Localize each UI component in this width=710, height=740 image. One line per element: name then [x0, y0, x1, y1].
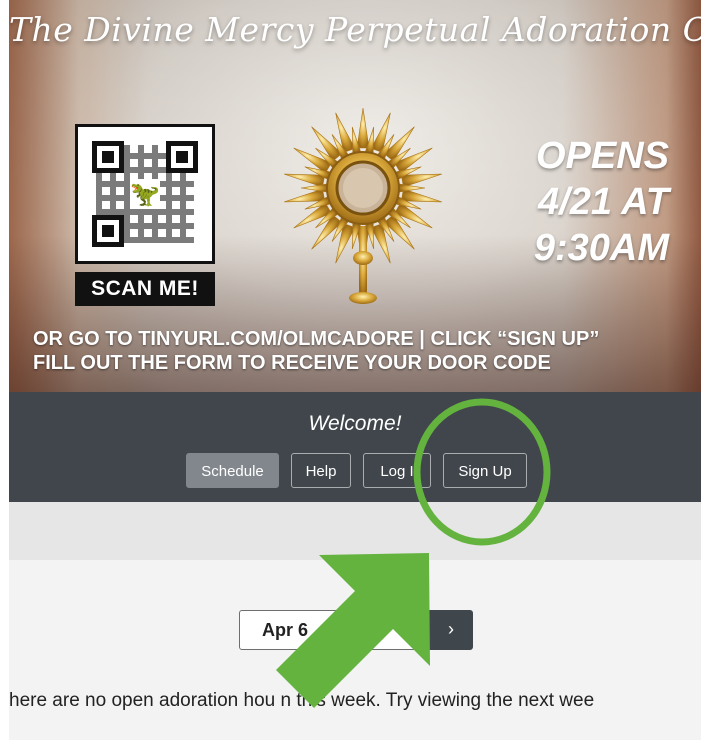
opens-line-1: OPENS — [535, 135, 669, 177]
chevron-right-icon: › — [448, 619, 454, 639]
scan-me-label: SCAN ME! — [75, 272, 215, 306]
empty-state-message: here are no open adoration hou n this we… — [9, 690, 595, 711]
banner-title: The Divine Mercy Perpetual Adoration Cha… — [9, 10, 701, 49]
instruction-line-1: OR GO TO TINYURL.COM/OLMCADORE | CLICK “… — [33, 328, 600, 350]
qr-finder-icon — [92, 141, 124, 173]
screenshot-frame: The Divine Mercy Perpetual Adoration Cha… — [9, 0, 701, 740]
login-button[interactable]: Log I — [363, 453, 431, 488]
signup-instructions: OR GO TO TINYURL.COM/OLMCADORE | CLICK “… — [33, 327, 693, 375]
header-spacer — [9, 502, 701, 560]
welcome-text: Welcome! — [308, 412, 402, 435]
opens-announcement: OPENS 4/21 AT 9:30AM — [479, 133, 669, 271]
schedule-button[interactable]: Schedule — [186, 453, 279, 488]
qr-finder-icon — [166, 141, 198, 173]
qr-code[interactable]: 🦖 — [75, 124, 215, 264]
signup-button[interactable]: Sign Up — [443, 453, 527, 488]
instruction-line-2: FILL OUT THE FORM TO RECEIVE YOUR DOOR C… — [33, 352, 551, 374]
week-selector[interactable]: Apr 6 — [239, 610, 429, 650]
opens-line-2: 4/21 AT — [538, 181, 669, 223]
chapel-banner: The Divine Mercy Perpetual Adoration Cha… — [9, 0, 701, 392]
dinosaur-icon: 🦖 — [130, 179, 160, 209]
next-week-button[interactable]: › — [429, 610, 473, 650]
schedule-content — [9, 560, 701, 740]
monstrance-icon — [284, 107, 442, 304]
opens-line-3: 9:30AM — [533, 227, 669, 269]
qr-finder-icon — [92, 215, 124, 247]
help-button[interactable]: Help — [291, 453, 351, 488]
site-header: Welcome! Schedule Help Log I Sign Up — [9, 392, 701, 502]
